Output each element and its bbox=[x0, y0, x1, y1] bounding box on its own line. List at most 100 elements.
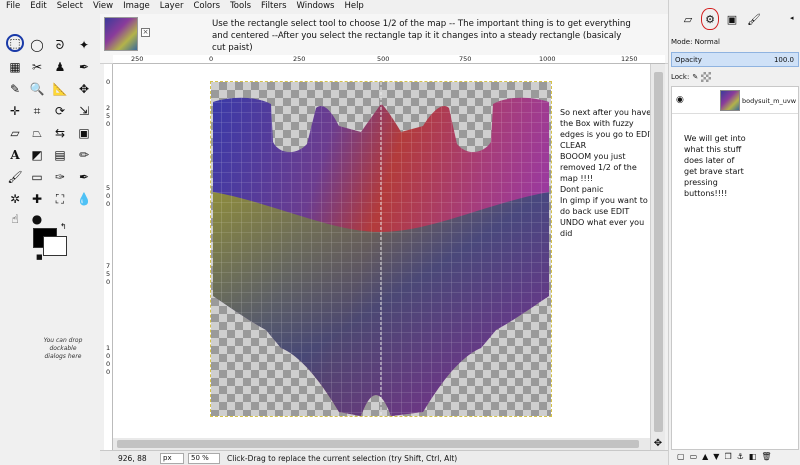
close-icon[interactable]: × bbox=[141, 28, 150, 37]
uv-map-image[interactable] bbox=[210, 81, 552, 417]
flip-tool-icon[interactable]: ⇆ bbox=[51, 124, 69, 142]
opacity-value: 100.0 bbox=[773, 56, 794, 64]
duplicate-layer-icon[interactable]: ❐ bbox=[724, 452, 731, 464]
menu-windows[interactable]: Windows bbox=[291, 0, 339, 14]
ellipse-select-tool-icon[interactable]: ◯ bbox=[28, 36, 46, 54]
vertical-scrollbar[interactable] bbox=[650, 64, 665, 454]
menu-tools[interactable]: Tools bbox=[224, 0, 255, 14]
crop-tool-icon[interactable]: ⌗ bbox=[28, 102, 46, 120]
ruler-label: 0 bbox=[106, 78, 111, 86]
blur-tool-icon[interactable]: 💧 bbox=[75, 190, 93, 208]
dodge-burn-tool-icon[interactable]: ● bbox=[28, 210, 46, 228]
menu-edit[interactable]: Edit bbox=[24, 0, 50, 14]
unit-select[interactable]: px bbox=[160, 453, 184, 464]
reset-colors-icon[interactable]: ■ bbox=[36, 253, 43, 261]
fuzzy-select-tool-icon[interactable]: ✦ bbox=[75, 36, 93, 54]
ruler-label: 0 bbox=[106, 200, 111, 208]
new-layer-group-icon[interactable]: ▭ bbox=[690, 452, 698, 464]
ruler-label: 5 bbox=[106, 112, 111, 120]
shear-tool-icon[interactable]: ▱ bbox=[6, 124, 24, 142]
image-tab-thumbnail[interactable] bbox=[104, 17, 138, 51]
vertical-scrollbar-thumb[interactable] bbox=[654, 72, 663, 432]
select-by-color-tool-icon[interactable]: ▦ bbox=[6, 58, 24, 76]
pencil-tool-icon[interactable]: ✏ bbox=[75, 146, 93, 164]
opacity-slider[interactable]: Opacity 100.0 bbox=[671, 52, 799, 67]
ruler-label: 0 bbox=[106, 368, 111, 376]
swap-colors-icon[interactable]: ↰ bbox=[60, 222, 67, 231]
ink-tool-icon[interactable]: ✒ bbox=[75, 168, 93, 186]
horizontal-ruler[interactable]: 250 0 250 500 750 1000 1250 bbox=[113, 55, 665, 64]
perspective-clone-tool-icon[interactable]: ⛶ bbox=[51, 190, 69, 208]
scale-tool-icon[interactable]: ⇲ bbox=[75, 102, 93, 120]
foreground-select-tool-icon[interactable]: ♟ bbox=[51, 58, 69, 76]
heal-tool-icon[interactable]: ✚ bbox=[28, 190, 46, 208]
image-canvas[interactable]: So next after you have the Box with fuzz… bbox=[113, 64, 650, 454]
menu-help[interactable]: Help bbox=[338, 0, 367, 14]
menu-layer[interactable]: Layer bbox=[154, 0, 188, 14]
lock-alpha-icon[interactable] bbox=[701, 72, 712, 82]
visibility-eye-icon[interactable]: ◉ bbox=[676, 95, 684, 105]
align-tool-icon[interactable]: ✛ bbox=[6, 102, 24, 120]
layer-mask-icon[interactable]: ◧ bbox=[749, 452, 757, 464]
cage-transform-tool-icon[interactable]: ▣ bbox=[75, 124, 93, 142]
layers-dock: ▱ ⚙ ▣ 🖌 ◂ Mode: Normal Opacity 100.0 Loc… bbox=[668, 0, 800, 465]
instruction-note-left: So next after you have the Box with fuzz… bbox=[560, 107, 650, 239]
horizontal-scrollbar-thumb[interactable] bbox=[117, 440, 639, 448]
navigate-icon[interactable]: ✥ bbox=[651, 438, 665, 450]
ruler-label: 0 bbox=[209, 55, 214, 63]
menu-view[interactable]: View bbox=[87, 0, 117, 14]
delete-layer-icon[interactable]: 🗑 bbox=[761, 452, 771, 464]
instruction-note-right: We will get into what this stuff does la… bbox=[684, 134, 746, 198]
bucket-fill-tool-icon[interactable]: ◩ bbox=[28, 146, 46, 164]
rectangle-select-tool-icon[interactable]: ⬚ bbox=[6, 34, 24, 52]
anchor-layer-icon[interactable]: ⚓ bbox=[737, 452, 744, 464]
zoom-select[interactable]: 50 % bbox=[188, 453, 220, 464]
eraser-tool-icon[interactable]: ▭ bbox=[28, 168, 46, 186]
layer-buttons: ▢ ▭ ▲ ▼ ❐ ⚓ ◧ 🗑 bbox=[671, 452, 799, 464]
ruler-label: 1000 bbox=[539, 55, 556, 63]
horizontal-scrollbar[interactable] bbox=[113, 438, 650, 450]
ruler-label: 1250 bbox=[621, 55, 638, 63]
paths-tool-icon[interactable]: ✒ bbox=[75, 58, 93, 76]
airbrush-tool-icon[interactable]: ✑ bbox=[51, 168, 69, 186]
menu-select[interactable]: Select bbox=[51, 0, 87, 14]
perspective-tool-icon[interactable]: ⏢ bbox=[28, 124, 46, 142]
move-tool-icon[interactable]: ✥ bbox=[75, 80, 93, 98]
lasso-tool-icon[interactable]: ᘐ bbox=[51, 36, 69, 54]
layer-mode-select[interactable]: Mode: Normal bbox=[671, 38, 720, 46]
layers-tab-icon[interactable]: ▱ bbox=[679, 8, 697, 30]
paintbrush-tool-icon[interactable]: 🖌 bbox=[6, 168, 24, 186]
text-tool-icon[interactable]: A bbox=[6, 146, 24, 164]
layer-row[interactable]: ◉ bodysuit_m_uvw bbox=[672, 88, 798, 114]
ruler-label: 500 bbox=[377, 55, 390, 63]
menu-filters[interactable]: Filters bbox=[255, 0, 290, 14]
new-layer-icon[interactable]: ▢ bbox=[677, 452, 685, 464]
menubar: File Edit Select View Image Layer Colors… bbox=[0, 0, 670, 14]
brushes-tab-icon[interactable]: 🖌 bbox=[745, 8, 763, 30]
menu-file[interactable]: File bbox=[0, 0, 24, 14]
raise-layer-icon[interactable]: ▲ bbox=[702, 452, 708, 464]
dock-tabs: ▱ ⚙ ▣ 🖌 bbox=[669, 8, 800, 34]
rotate-tool-icon[interactable]: ⟳ bbox=[51, 102, 69, 120]
color-picker-tool-icon[interactable]: ✎ bbox=[6, 80, 24, 98]
background-color-swatch[interactable] bbox=[43, 236, 67, 256]
vertical-ruler[interactable]: 0 2 5 0 5 0 0 7 5 0 1 0 0 0 bbox=[104, 64, 113, 454]
lower-layer-icon[interactable]: ▼ bbox=[713, 452, 719, 464]
layers-list[interactable]: ◉ bodysuit_m_uvw We will get into what t… bbox=[671, 86, 799, 450]
dock-menu-icon[interactable]: ◂ bbox=[790, 14, 794, 22]
menu-image[interactable]: Image bbox=[117, 0, 154, 14]
paths-tab-icon[interactable]: ▣ bbox=[723, 8, 741, 30]
scissors-tool-icon[interactable]: ✂ bbox=[28, 58, 46, 76]
channels-tab-icon[interactable]: ⚙ bbox=[701, 8, 719, 30]
blend-tool-icon[interactable]: ▤ bbox=[51, 146, 69, 164]
ruler-label: 5 bbox=[106, 184, 111, 192]
clone-tool-icon[interactable]: ✲ bbox=[6, 190, 24, 208]
layer-name[interactable]: bodysuit_m_uvw bbox=[742, 97, 796, 105]
menu-colors[interactable]: Colors bbox=[187, 0, 224, 14]
ruler-label: 0 bbox=[106, 360, 111, 368]
measure-tool-icon[interactable]: 📐 bbox=[51, 80, 69, 98]
dockable-drop-hint: You can drop dockable dialogs here bbox=[43, 337, 83, 360]
lock-pixels-icon[interactable]: ✎ bbox=[692, 73, 698, 81]
zoom-tool-icon[interactable]: 🔍 bbox=[28, 80, 46, 98]
smudge-tool-icon[interactable]: ☝ bbox=[6, 210, 24, 228]
